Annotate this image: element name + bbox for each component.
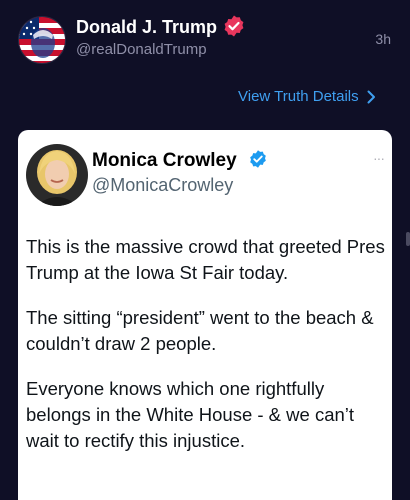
tweet-paragraph: Everyone knows which one rightfully belo… xyxy=(26,378,355,451)
more-options-icon[interactable]: ··· xyxy=(373,150,385,166)
verified-badge-icon xyxy=(224,15,244,37)
scrollbar-thumb[interactable] xyxy=(406,232,410,246)
quoted-tweet-card[interactable]: Monica Crowley @MonicaCrowley ··· This i… xyxy=(18,130,392,500)
quoted-tweet-text: This is the massive crowd that greeted P… xyxy=(26,234,386,473)
portrait-avatar-icon xyxy=(26,144,88,206)
verified-checkmark-icon xyxy=(250,150,266,168)
flag-portrait-avatar-icon xyxy=(19,17,65,63)
quoted-author-handle[interactable]: @MonicaCrowley xyxy=(92,175,233,196)
post-header: Donald J. Trump @realDonaldTrump 3h xyxy=(0,0,410,80)
author-handle[interactable]: @realDonaldTrump xyxy=(76,41,207,58)
tweet-paragraph: The sitting “president” went to the beac… xyxy=(26,307,374,354)
chevron-right-icon xyxy=(367,90,375,103)
view-truth-details-link[interactable]: View Truth Details xyxy=(238,88,376,105)
author-name[interactable]: Donald J. Trump xyxy=(76,17,217,38)
view-truth-details-label: View Truth Details xyxy=(238,88,359,105)
post-timestamp: 3h xyxy=(375,31,391,47)
tweet-paragraph: This is the massive crowd that greeted P… xyxy=(26,236,385,283)
author-avatar[interactable] xyxy=(18,16,66,64)
quoted-author-name[interactable]: Monica Crowley xyxy=(92,150,237,172)
quoted-author-avatar[interactable] xyxy=(26,144,88,206)
